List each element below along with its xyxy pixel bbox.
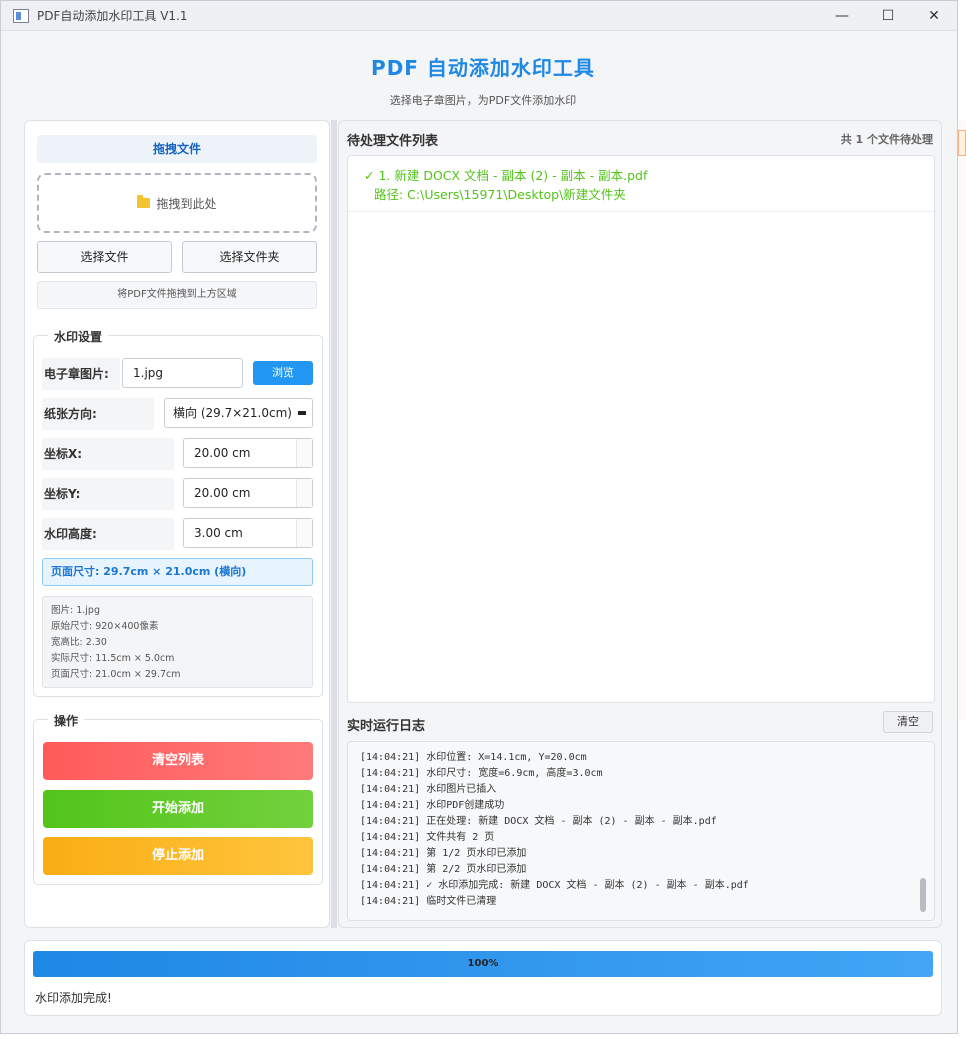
background-window-strip bbox=[958, 120, 966, 720]
start-button[interactable]: 开始添加 bbox=[43, 790, 313, 828]
page-size-badge: 页面尺寸: 29.7cm × 21.0cm (横向) bbox=[42, 558, 313, 586]
select-folder-button[interactable]: 选择文件夹 bbox=[182, 241, 317, 273]
watermark-settings-group: 水印设置 电子章图片: 1.jpg 浏览 纸张方向: 横向 (29.7×21.0… bbox=[33, 328, 323, 697]
height-label: 水印高度: bbox=[42, 518, 174, 550]
page-title: PDF 自动添加水印工具 bbox=[371, 56, 595, 80]
drop-zone-label: 拖拽到此处 bbox=[156, 196, 217, 211]
drag-hint: 将PDF文件拖拽到上方区域 bbox=[37, 281, 317, 309]
log-line: [14:04:21] 水印图片已插入 bbox=[360, 784, 497, 795]
y-spinbox[interactable]: 20.00 cm bbox=[183, 478, 313, 508]
browse-button[interactable]: 浏览 bbox=[253, 361, 313, 385]
file-path: 路径: C:\Users\15971\Desktop\新建文件夹 bbox=[374, 187, 626, 202]
window-title: PDF自动添加水印工具 V1.1 bbox=[37, 9, 188, 23]
file-name: ✓ 1. 新建 DOCX 文档 - 副本 (2) - 副本 - 副本.pdf bbox=[364, 168, 648, 183]
orientation-label: 纸张方向: bbox=[42, 398, 154, 430]
file-count: 共 1 个文件待处理 bbox=[840, 133, 933, 146]
info-line: 页面尺寸: 21.0cm × 29.7cm bbox=[51, 669, 181, 680]
minimize-button[interactable]: — bbox=[819, 1, 865, 31]
height-value: 3.00 cm bbox=[194, 526, 243, 540]
y-spin-buttons[interactable] bbox=[296, 479, 312, 507]
height-spin-buttons[interactable] bbox=[296, 519, 312, 547]
file-list-title: 待处理文件列表 bbox=[347, 134, 439, 149]
app-icon bbox=[13, 8, 29, 23]
drag-section-title: 拖拽文件 bbox=[37, 135, 317, 163]
panel-splitter[interactable] bbox=[331, 120, 337, 928]
clear-list-button[interactable]: 清空列表 bbox=[43, 742, 313, 780]
y-value: 20.00 cm bbox=[194, 486, 251, 500]
log-line: [14:04:21] ✓ 水印添加完成: 新建 DOCX 文档 - 副本 (2)… bbox=[360, 880, 749, 891]
background-window-tab bbox=[958, 130, 966, 156]
title-bar: PDF自动添加水印工具 V1.1 — ☐ ✕ bbox=[1, 1, 957, 31]
operations-group: 操作 清空列表 开始添加 停止添加 bbox=[33, 712, 323, 885]
status-message: 水印添加完成! bbox=[35, 991, 112, 1005]
image-info-box: 图片: 1.jpg 原始尺寸: 920×400像素 宽高比: 2.30 实际尺寸… bbox=[42, 596, 313, 688]
info-line: 实际尺寸: 11.5cm × 5.0cm bbox=[51, 653, 175, 664]
log-line: [14:04:21] 临时文件已清理 bbox=[360, 896, 497, 907]
status-panel: 100% 水印添加完成! bbox=[24, 940, 942, 1016]
log-line: [14:04:21] 水印位置: X=14.1cm, Y=20.0cm bbox=[360, 752, 587, 763]
log-line: [14:04:21] 水印PDF创建成功 bbox=[360, 800, 505, 811]
close-button[interactable]: ✕ bbox=[911, 1, 957, 31]
right-panel: 待处理文件列表 共 1 个文件待处理 ✓ 1. 新建 DOCX 文档 - 副本 … bbox=[338, 120, 942, 928]
list-item[interactable]: ✓ 1. 新建 DOCX 文档 - 副本 (2) - 副本 - 副本.pdf 路… bbox=[348, 156, 934, 212]
log-output[interactable]: [14:04:21] 水印位置: X=14.1cm, Y=20.0cm [14:… bbox=[347, 741, 935, 921]
x-spinbox[interactable]: 20.00 cm bbox=[183, 438, 313, 468]
height-spinbox[interactable]: 3.00 cm bbox=[183, 518, 313, 548]
page-subtitle: 选择电子章图片，为PDF文件添加水印 bbox=[389, 94, 577, 107]
window-controls: — ☐ ✕ bbox=[819, 1, 957, 31]
log-scrollbar[interactable] bbox=[920, 878, 926, 912]
watermark-settings-title: 水印设置 bbox=[48, 328, 109, 345]
drop-zone[interactable]: 拖拽到此处 bbox=[37, 173, 317, 233]
orientation-select[interactable]: 横向 (29.7×21.0cm) bbox=[164, 398, 313, 428]
dropdown-icon bbox=[298, 411, 306, 415]
folder-icon bbox=[137, 195, 151, 208]
left-panel: 拖拽文件 拖拽到此处 选择文件 选择文件夹 将PDF文件拖拽到上方区域 水印设置… bbox=[24, 120, 330, 928]
x-spin-buttons[interactable] bbox=[296, 439, 312, 467]
log-title: 实时运行日志 bbox=[347, 719, 426, 734]
select-file-button[interactable]: 选择文件 bbox=[37, 241, 172, 273]
log-line: [14:04:21] 正在处理: 新建 DOCX 文档 - 副本 (2) - 副… bbox=[360, 816, 717, 827]
clear-log-button[interactable]: 清空 bbox=[883, 711, 933, 733]
x-label: 坐标X: bbox=[42, 438, 174, 470]
image-input[interactable]: 1.jpg bbox=[122, 358, 243, 388]
log-line: [14:04:21] 第 1/2 页水印已添加 bbox=[360, 848, 527, 859]
info-line: 原始尺寸: 920×400像素 bbox=[51, 621, 159, 632]
log-line: [14:04:21] 水印尺寸: 宽度=6.9cm, 高度=3.0cm bbox=[360, 768, 603, 779]
log-line: [14:04:21] 第 2/2 页水印已添加 bbox=[360, 864, 527, 875]
maximize-button[interactable]: ☐ bbox=[865, 1, 911, 31]
log-line: [14:04:21] 文件共有 2 页 bbox=[360, 832, 495, 843]
info-line: 图片: 1.jpg bbox=[51, 605, 100, 616]
progress-bar: 100% bbox=[33, 951, 933, 977]
progress-label: 100% bbox=[467, 958, 499, 969]
stop-button[interactable]: 停止添加 bbox=[43, 837, 313, 875]
orientation-value: 横向 (29.7×21.0cm) bbox=[173, 406, 292, 420]
image-label: 电子章图片: bbox=[42, 358, 120, 390]
operations-title: 操作 bbox=[48, 712, 85, 729]
x-value: 20.00 cm bbox=[194, 446, 251, 460]
y-label: 坐标Y: bbox=[42, 478, 174, 510]
file-list[interactable]: ✓ 1. 新建 DOCX 文档 - 副本 (2) - 副本 - 副本.pdf 路… bbox=[347, 155, 935, 703]
info-line: 宽高比: 2.30 bbox=[51, 637, 107, 648]
